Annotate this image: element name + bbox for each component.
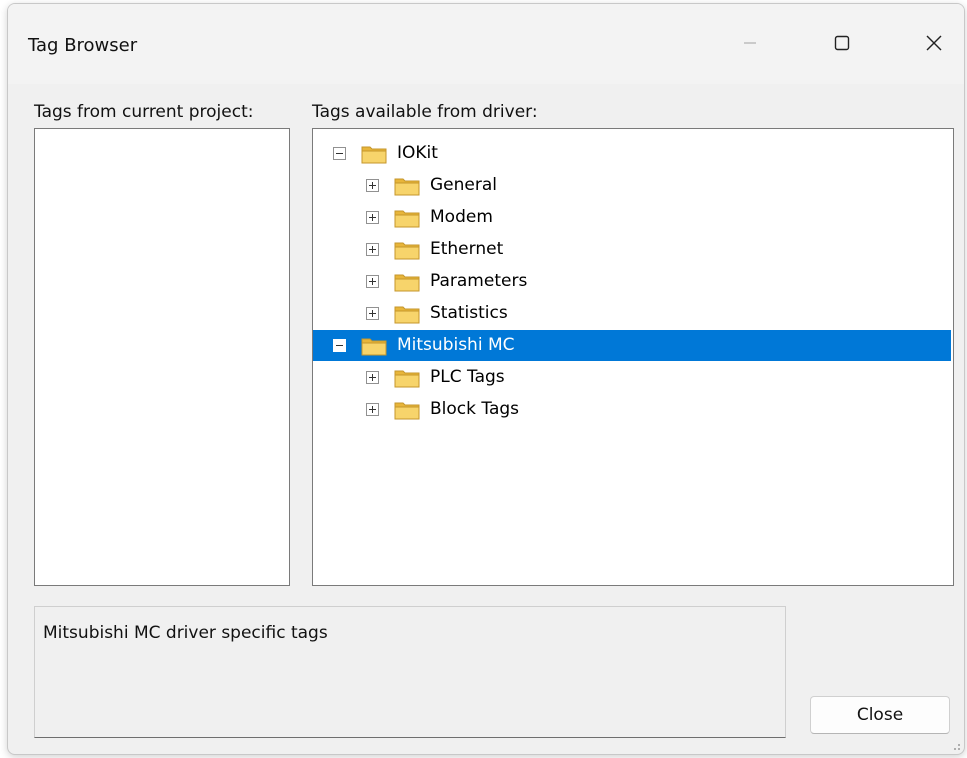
folder-icon xyxy=(394,400,420,420)
tree-node-label: IOKit xyxy=(397,143,438,163)
minimize-button[interactable] xyxy=(722,20,778,66)
folder-icon xyxy=(394,304,420,324)
folder-icon xyxy=(394,240,420,260)
tree-node-label: Mitsubishi MC xyxy=(397,335,515,355)
folder-icon xyxy=(394,208,420,228)
tree-node[interactable]: Parameters xyxy=(313,266,951,297)
folder-icon xyxy=(394,272,420,292)
tree-node-label: Modem xyxy=(430,207,493,227)
folder-icon xyxy=(394,368,420,388)
tree-node[interactable]: Statistics xyxy=(313,298,951,329)
tree-node[interactable]: Ethernet xyxy=(313,234,951,265)
tree-node-label: General xyxy=(430,175,497,195)
tree-node-label: Statistics xyxy=(430,303,508,323)
expand-icon[interactable] xyxy=(366,403,379,416)
folder-icon xyxy=(361,144,387,164)
tree-node[interactable]: IOKit xyxy=(313,138,951,169)
driver-tags-label: Tags available from driver: xyxy=(312,102,538,122)
folder-icon xyxy=(361,336,387,356)
minimize-icon xyxy=(744,42,756,44)
driver-tags-tree[interactable]: IOKit General Modem Ethernet Parameters Stati… xyxy=(312,128,954,586)
tree-node-label: Parameters xyxy=(430,271,528,291)
tag-browser-window: Tag Browser Tags from current project: T… xyxy=(7,3,965,755)
current-project-tags-list[interactable] xyxy=(34,128,290,586)
collapse-icon[interactable] xyxy=(333,147,346,160)
description-box: Mitsubishi MC driver specific tags xyxy=(34,606,786,738)
collapse-icon[interactable] xyxy=(333,339,346,352)
expand-icon[interactable] xyxy=(366,371,379,384)
tree-node[interactable]: PLC Tags xyxy=(313,362,951,393)
window-title: Tag Browser xyxy=(28,35,138,56)
title-bar: Tag Browser xyxy=(8,4,964,84)
expand-icon[interactable] xyxy=(366,179,379,192)
expand-icon[interactable] xyxy=(366,243,379,256)
folder-icon xyxy=(394,176,420,196)
current-project-label: Tags from current project: xyxy=(34,102,254,122)
description-text: Mitsubishi MC driver specific tags xyxy=(43,623,328,643)
maximize-button[interactable] xyxy=(814,20,870,66)
close-window-button[interactable] xyxy=(906,20,962,66)
resize-grip-icon[interactable] xyxy=(949,739,961,751)
maximize-icon xyxy=(834,35,850,51)
tree-node-label: Block Tags xyxy=(430,399,520,419)
tree-node[interactable]: Mitsubishi MC xyxy=(313,330,951,361)
tree-node[interactable]: Block Tags xyxy=(313,394,951,425)
tree-node[interactable]: Modem xyxy=(313,202,951,233)
tree-node-label: Ethernet xyxy=(430,239,504,259)
tree-node[interactable]: General xyxy=(313,170,951,201)
expand-icon[interactable] xyxy=(366,307,379,320)
expand-icon[interactable] xyxy=(366,275,379,288)
close-icon xyxy=(926,35,942,51)
tree-node-label: PLC Tags xyxy=(430,367,505,387)
close-button[interactable]: Close xyxy=(810,696,950,734)
expand-icon[interactable] xyxy=(366,211,379,224)
